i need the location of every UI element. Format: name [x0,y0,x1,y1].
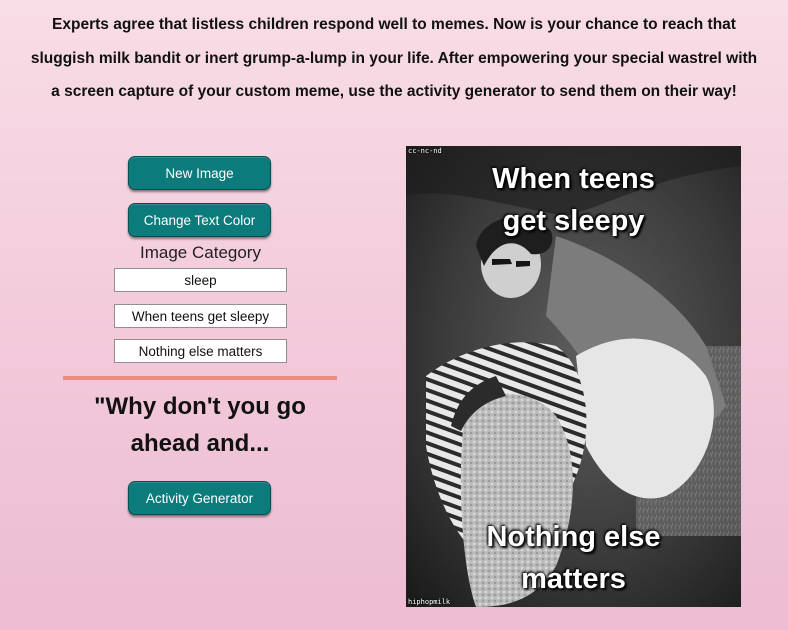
change-text-color-button[interactable]: Change Text Color [128,203,271,237]
meme-top-line-1: When teens [492,163,655,195]
image-category-label: Image Category [140,243,261,262]
license-label: cc-nc-nd [408,147,442,155]
meme-bottom-line-1: Nothing else [486,521,661,553]
activity-quote: "Why don't you go ahead and... [50,388,350,462]
intro-line-2: sluggish milk bandit or inert grump-a-lu… [30,49,758,67]
meme-top-text: When teens get sleepy [406,158,741,242]
intro-line-3: a screen capture of your custom meme, us… [51,83,737,100]
bottom-text-input[interactable] [114,339,287,363]
meme-bottom-line-2: matters [521,563,626,595]
quote-line-1: "Why don't you go [94,393,306,420]
intro-paragraph: Experts agree that listless children res… [0,8,788,109]
image-category-input[interactable] [114,268,287,292]
new-image-button[interactable]: New Image [128,156,271,190]
top-text-input[interactable] [114,304,287,328]
meme-top-line-2: get sleepy [502,205,645,237]
meme-preview: cc-nc-nd hiphopmilk When teens get sleep… [406,146,741,607]
section-divider [63,376,337,380]
quote-line-2: ahead and... [130,430,270,457]
intro-line-1: Experts agree that listless children res… [52,16,736,33]
meme-bottom-text: Nothing else matters [406,516,741,600]
activity-generator-button[interactable]: Activity Generator [128,481,271,515]
